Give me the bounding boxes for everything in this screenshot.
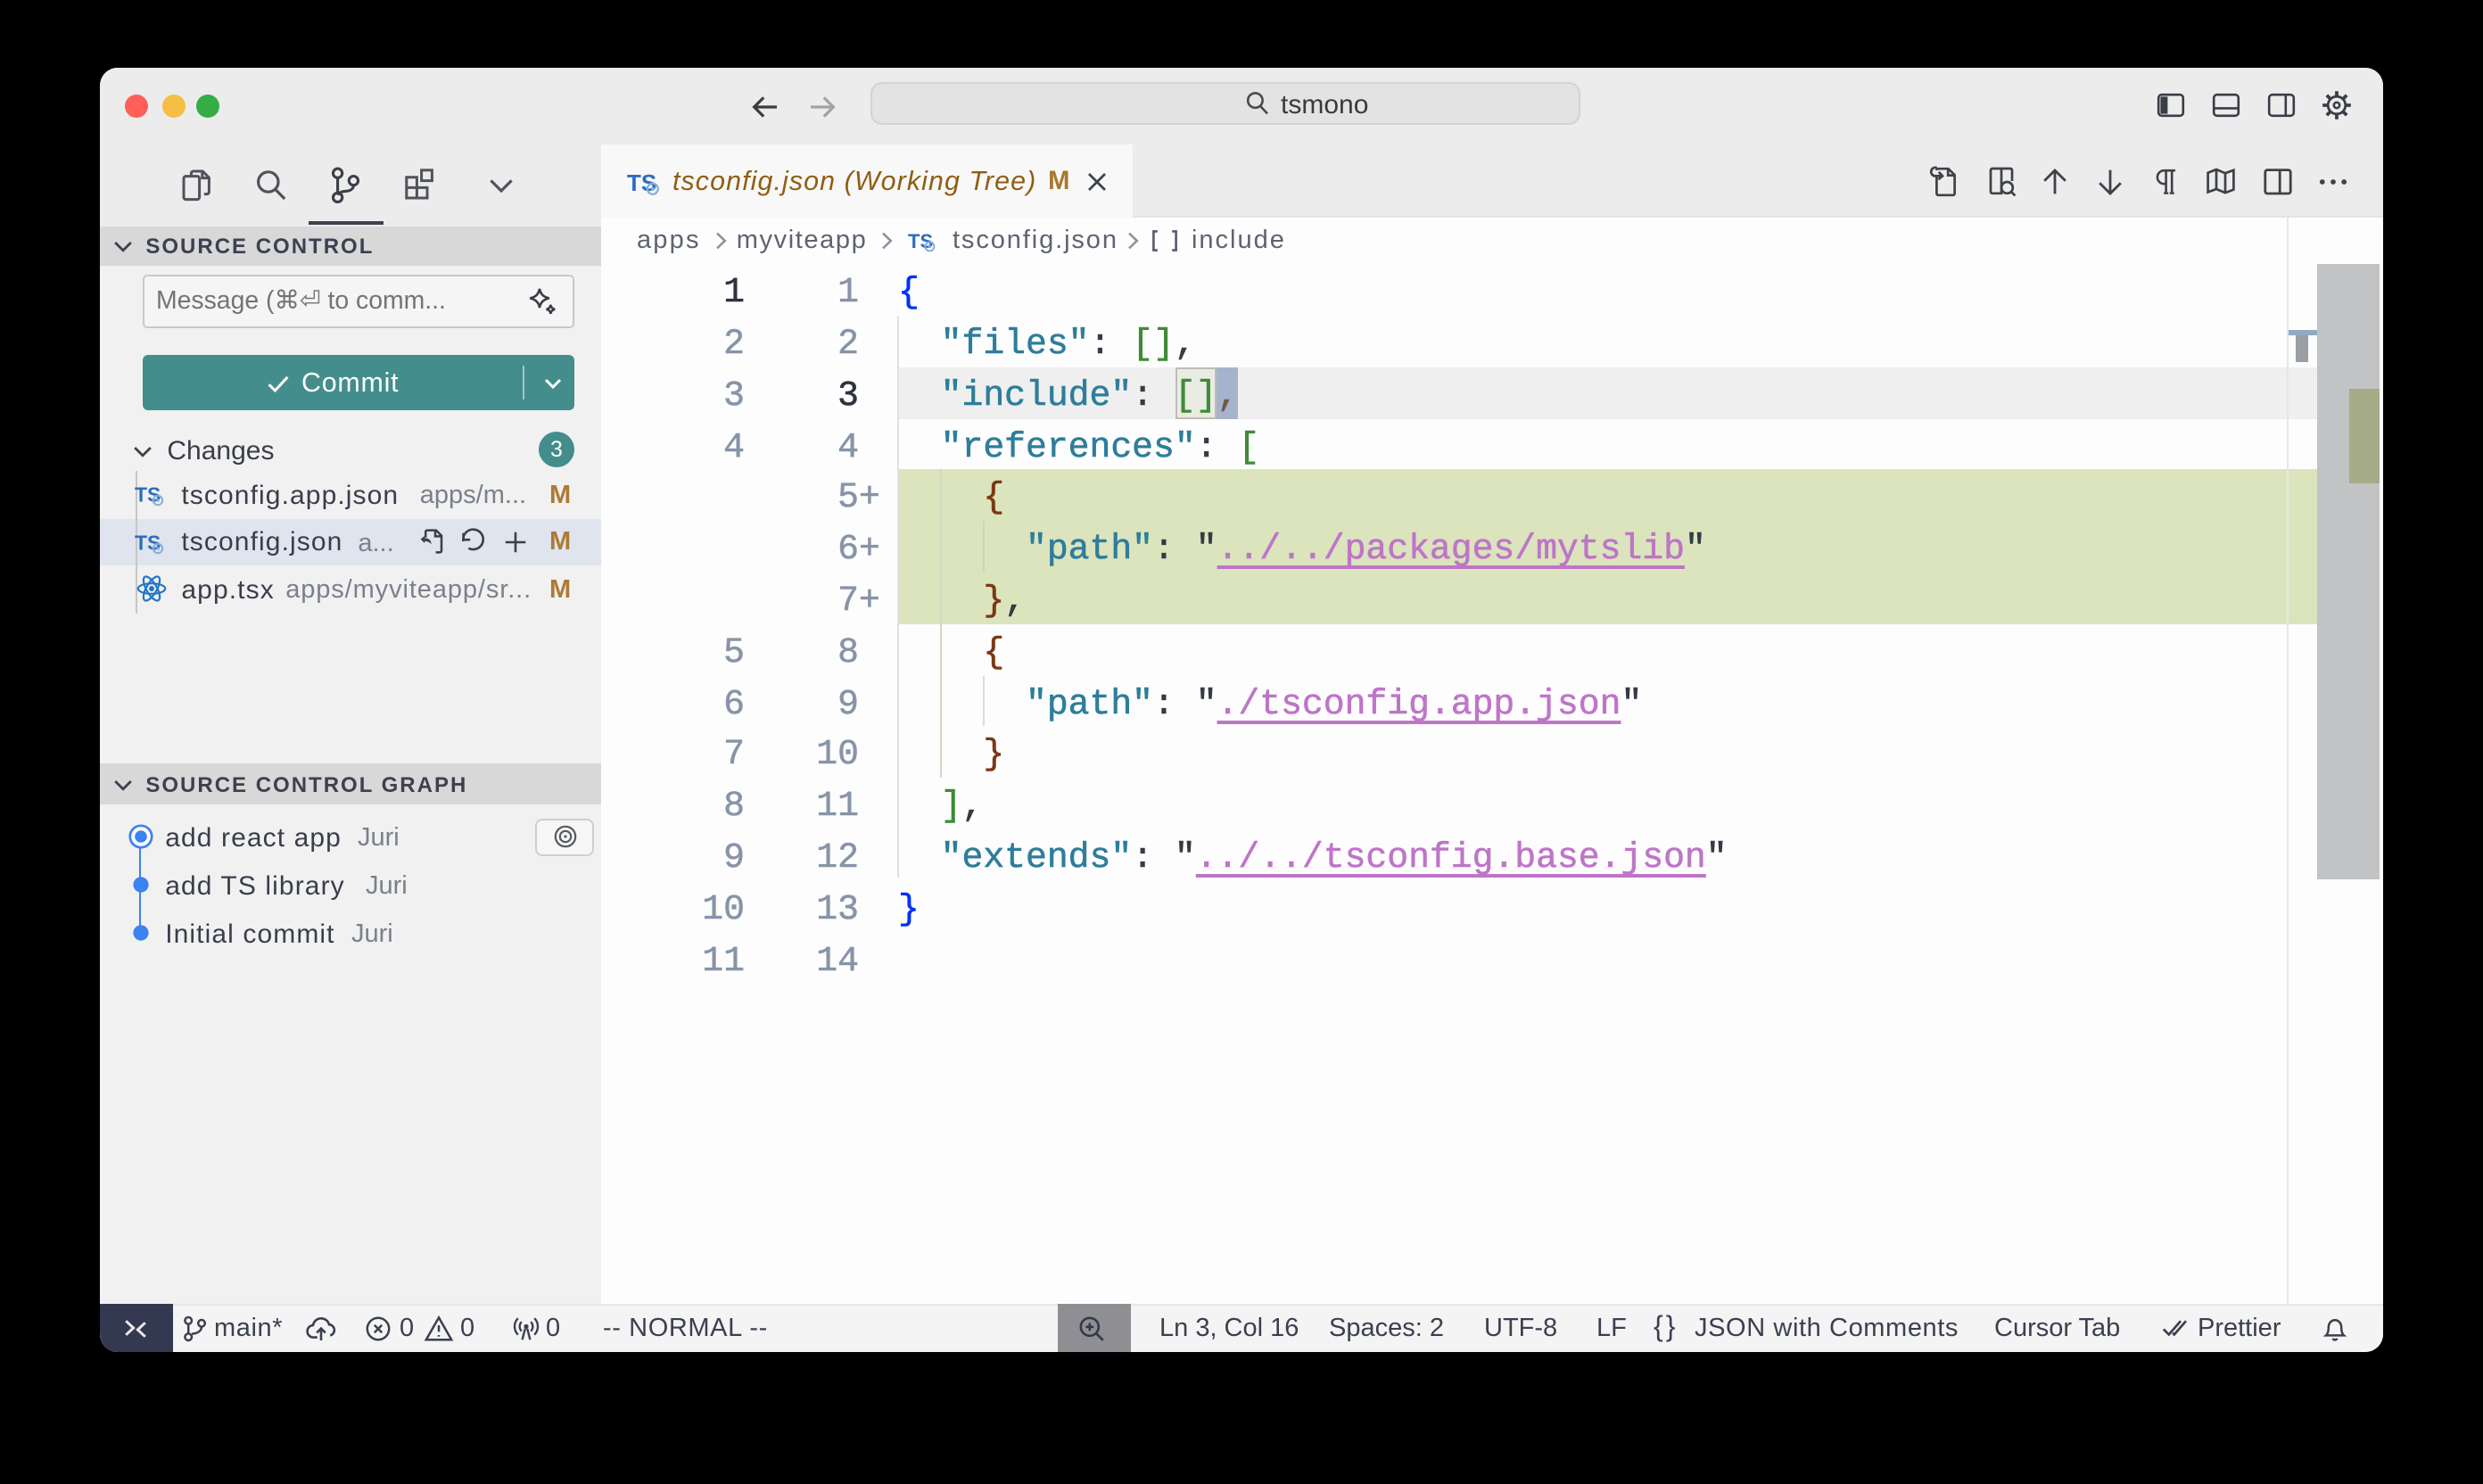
svg-text:TS: TS bbox=[135, 531, 161, 554]
svg-text:TS: TS bbox=[135, 483, 161, 507]
